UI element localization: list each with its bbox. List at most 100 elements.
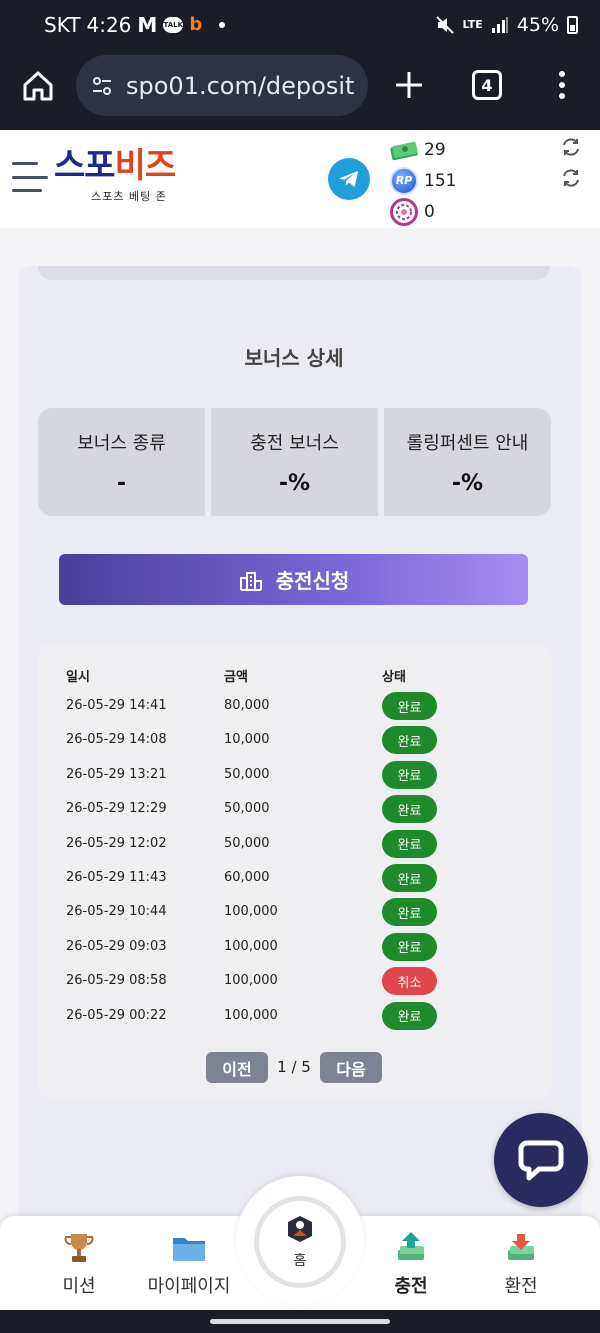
bonus-type-label: 보너스 종류 <box>77 432 166 454</box>
chip-balance: 0 <box>424 201 435 222</box>
battery-icon <box>567 16 578 34</box>
nav-withdraw[interactable]: 환전 <box>466 1228 576 1298</box>
cash-icon <box>388 136 420 164</box>
refresh-icon[interactable] <box>560 167 582 189</box>
status-badge: 완료 <box>382 726 437 755</box>
live-chat-button[interactable] <box>494 1113 588 1207</box>
rolling-percent-value: -% <box>451 470 484 496</box>
table-row: 26-05-29 12:29 50,000 완료 <box>0 795 600 829</box>
row-amount: 50,000 <box>224 766 270 782</box>
column-header-status: 상태 <box>382 670 406 685</box>
rp-balance: 151 <box>424 170 457 191</box>
status-badge: 완료 <box>382 932 437 961</box>
rolling-percent-label: 롤링퍼센트 안내 <box>406 432 529 454</box>
trophy-icon <box>59 1228 99 1268</box>
browser-toolbar: spo01.com/deposit 4 <box>0 50 600 130</box>
logo-text-1: 스포 <box>54 146 116 186</box>
row-amount: 50,000 <box>224 801 270 817</box>
table-row: 26-05-29 14:41 80,000 완료 <box>0 692 600 726</box>
row-amount: 50,000 <box>224 835 270 851</box>
charge-bonus-cell: 충전 보너스 -% <box>211 408 378 516</box>
logo-subtitle: 스포츠 베팅 존 <box>91 190 167 203</box>
site-settings-icon[interactable] <box>90 74 114 98</box>
nav-mission-label: 미션 <box>62 1276 96 1297</box>
table-row: 26-05-29 11:43 60,000 완료 <box>0 864 600 898</box>
table-row: 26-05-29 09:03 100,000 완료 <box>0 932 600 967</box>
row-amount: 100,000 <box>224 1007 278 1023</box>
nav-home[interactable]: 홈 <box>254 1196 346 1288</box>
hamburger-menu-icon[interactable] <box>12 162 48 192</box>
row-date: 26-05-29 12:02 <box>66 835 167 851</box>
chip-balance-row: 0 <box>388 196 456 227</box>
row-amount: 80,000 <box>224 698 270 713</box>
more-notifications-icon <box>219 22 226 28</box>
card-top-divider <box>38 266 550 280</box>
signal-icon <box>491 17 508 33</box>
nav-mypage[interactable]: 마이페이지 <box>134 1228 244 1298</box>
nav-withdraw-label: 환전 <box>504 1276 538 1297</box>
nav-deposit-label: 충전 <box>394 1276 428 1297</box>
cash-balance: 29 <box>424 139 446 160</box>
row-date: 26-05-29 08:58 <box>66 973 167 989</box>
row-amount: 100,000 <box>224 938 278 954</box>
prev-page-button[interactable]: 이전 <box>206 1052 268 1083</box>
row-date: 26-05-29 09:03 <box>66 938 167 954</box>
b-app-icon: b <box>189 14 203 35</box>
row-amount: 10,000 <box>224 732 270 748</box>
status-badge: 취소 <box>382 967 437 996</box>
bonus-details: 보너스 종류 - 충전 보너스 -% 롤링퍼센트 안내 -% <box>38 408 551 516</box>
row-date: 26-05-29 12:29 <box>66 801 167 817</box>
carrier: SKT <box>44 13 81 37</box>
row-date: 26-05-29 13:21 <box>66 766 167 782</box>
table-row: 26-05-29 00:22 100,000 완료 <box>0 1001 600 1036</box>
charge-bonus-label: 충전 보너스 <box>250 432 339 454</box>
refresh-icon[interactable] <box>560 136 582 158</box>
battery-percent: 45% <box>516 14 559 36</box>
charge-request-button[interactable]: 충전신청 <box>59 554 528 605</box>
browser-menu-icon[interactable] <box>552 68 572 102</box>
nav-deposit[interactable]: 충전 <box>356 1228 466 1298</box>
gmail-icon: M <box>137 13 158 37</box>
next-page-button[interactable]: 다음 <box>320 1052 382 1083</box>
lte-icon: LTE <box>462 18 483 31</box>
bonus-type-value: - <box>116 470 127 496</box>
url-text: spo01.com/deposit <box>126 71 355 100</box>
status-badge: 완료 <box>382 864 437 892</box>
status-badge: 완료 <box>382 829 437 858</box>
status-badge: 완료 <box>382 795 437 824</box>
logo-text-2: 비즈 <box>114 146 177 186</box>
row-date: 26-05-29 14:08 <box>66 732 167 748</box>
status-badge: 완료 <box>382 1001 437 1030</box>
status-bar: SKT 4:26 M TALK b LTE 45% <box>0 0 600 50</box>
rp-coin-icon: RP <box>390 166 418 195</box>
chat-icon <box>518 1140 564 1181</box>
clock: 4:26 <box>86 13 132 37</box>
site-logo[interactable]: 스포비즈 스포츠 베팅 존 <box>54 146 204 210</box>
status-badge: 완료 <box>382 898 437 927</box>
url-bar[interactable]: spo01.com/deposit <box>76 55 368 116</box>
deposit-upload-icon <box>391 1228 431 1268</box>
withdraw-download-icon <box>501 1228 541 1268</box>
new-tab-icon[interactable] <box>392 68 426 102</box>
row-amount: 100,000 <box>224 904 278 920</box>
pagination: 이전 1 / 5 다음 <box>0 1052 600 1084</box>
rolling-percent-cell: 롤링퍼센트 안내 -% <box>384 408 551 516</box>
gesture-handle[interactable] <box>210 1319 390 1324</box>
table-row: 26-05-29 08:58 100,000 취소 <box>0 967 600 1001</box>
nav-home-label: 홈 <box>293 1253 307 1269</box>
tab-switcher-button[interactable]: 4 <box>472 70 502 100</box>
cash-balance-row: 29 <box>388 134 456 165</box>
status-badge: 완료 <box>382 760 437 789</box>
bonus-type-cell: 보너스 종류 - <box>38 408 205 516</box>
table-row: 26-05-29 13:21 50,000 완료 <box>0 760 600 795</box>
table-row: 26-05-29 12:02 50,000 완료 <box>0 829 600 864</box>
building-icon <box>239 571 262 591</box>
row-amount: 60,000 <box>224 870 270 885</box>
rp-balance-row: RP 151 <box>388 165 456 196</box>
wallet-balances: 29 RP 151 0 <box>388 134 456 227</box>
nav-mission[interactable]: 미션 <box>24 1228 134 1298</box>
telegram-icon[interactable] <box>328 158 370 200</box>
mute-icon <box>435 16 454 34</box>
table-row: 26-05-29 14:08 10,000 완료 <box>0 726 600 760</box>
home-icon[interactable] <box>20 68 56 104</box>
